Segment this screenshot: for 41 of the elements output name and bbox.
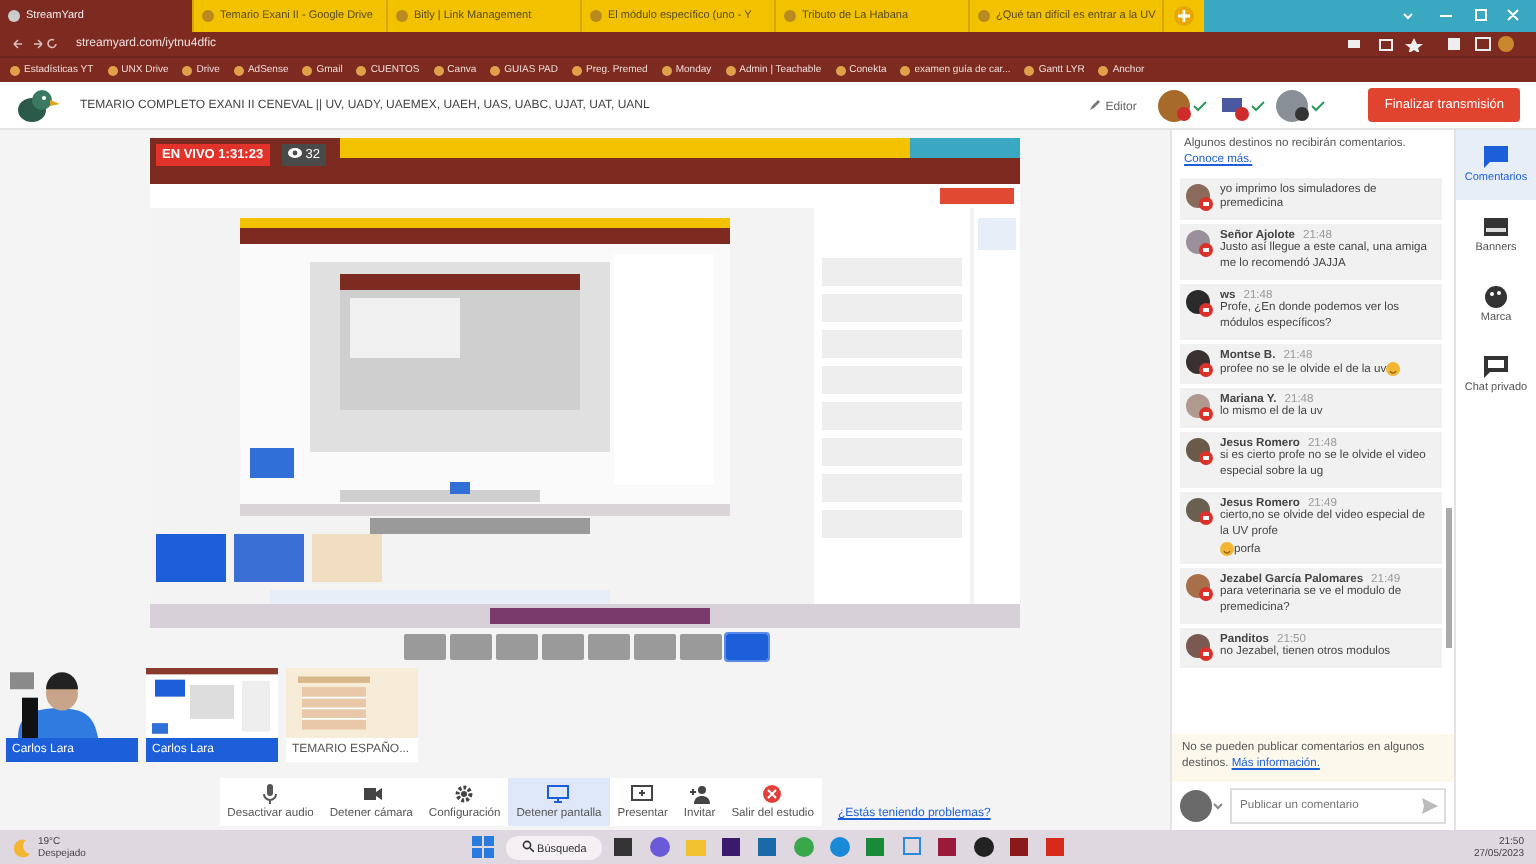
user-avatar-icon — [1186, 634, 1214, 663]
layout-button[interactable] — [679, 634, 721, 660]
window-controls-icon[interactable] — [1400, 8, 1520, 24]
comment-icon — [1484, 146, 1508, 168]
layout-button[interactable] — [449, 634, 491, 660]
user-avatar-icon — [1186, 394, 1214, 423]
user-avatar-icon — [1186, 183, 1214, 212]
present-icon — [630, 784, 655, 804]
pencil-icon — [1090, 97, 1103, 109]
account-avatar-icon[interactable] — [1180, 790, 1224, 822]
layout-button[interactable] — [633, 634, 675, 660]
screen-thumbnail-drawing — [146, 668, 278, 738]
layout-button[interactable] — [403, 634, 445, 660]
camera-icon — [359, 784, 384, 804]
exit-icon — [760, 784, 785, 804]
slide-thumbnail-drawing — [286, 668, 418, 738]
moon-icon[interactable] — [12, 837, 32, 857]
palette-icon — [1484, 286, 1508, 308]
duck-logo-icon — [16, 87, 60, 123]
send-icon[interactable] — [1422, 798, 1438, 814]
user-avatar-icon — [1186, 438, 1214, 467]
chat-icon — [1484, 356, 1508, 378]
navigation-icon[interactable] — [12, 38, 60, 50]
user-avatar-icon — [1186, 289, 1214, 318]
gear-icon — [452, 784, 477, 804]
search-icon — [522, 839, 534, 851]
user-avatar-icon — [1186, 349, 1214, 377]
mic-icon — [258, 784, 283, 804]
user-avatar-icon — [1186, 574, 1214, 603]
user-avatar-icon — [1186, 230, 1214, 259]
banner-icon — [1484, 216, 1508, 238]
layout-button[interactable] — [541, 634, 583, 660]
invite-icon — [687, 784, 712, 804]
eye-icon — [288, 148, 302, 158]
layout-button[interactable] — [725, 634, 767, 660]
layout-button[interactable] — [495, 634, 537, 660]
start-icon[interactable] — [472, 836, 494, 858]
scrollbar[interactable] — [1446, 507, 1452, 648]
layout-button[interactable] — [587, 634, 629, 660]
user-avatar-icon — [1186, 497, 1214, 526]
screen-icon — [546, 784, 571, 804]
